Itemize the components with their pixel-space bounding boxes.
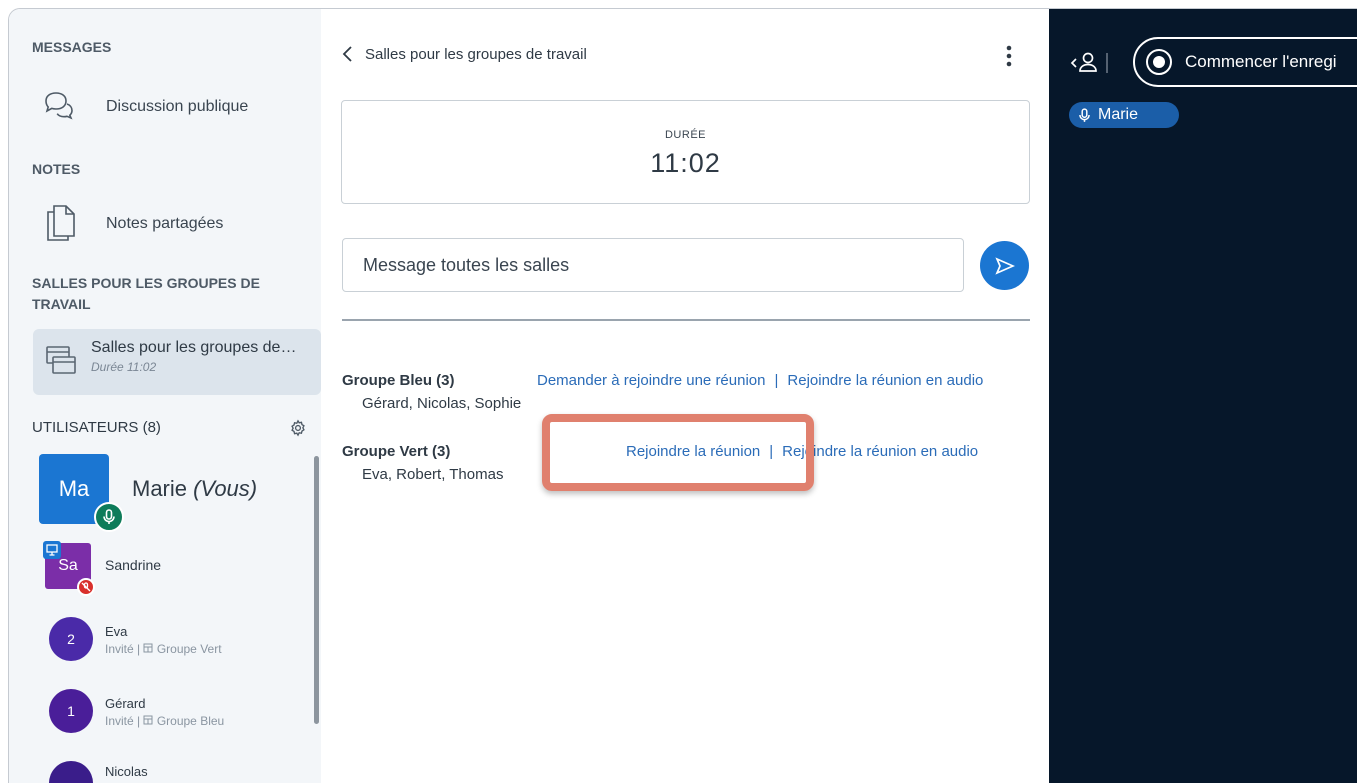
user-name-text: Marie (132, 476, 188, 501)
avatar-initials: Sa (58, 557, 78, 574)
request-join-link[interactable]: Demander à rejoindre une réunion (537, 372, 765, 389)
user-name: Nicolas (105, 764, 148, 779)
breakout-panel: Salles pour les groupes de travail DURÉE… (321, 9, 1049, 783)
join-audio-link[interactable]: Rejoindre la réunion en audio (787, 372, 983, 389)
microphone-badge (94, 502, 124, 532)
more-options-icon[interactable] (1006, 45, 1012, 67)
link-separator: | (769, 443, 774, 460)
presenter-badge (43, 541, 61, 559)
user-item-nicolas[interactable]: Nicolas (39, 753, 309, 783)
group-members: Gérard, Nicolas, Sophie (362, 395, 522, 412)
panel-title: Salles pour les groupes de travail (365, 45, 587, 63)
notes-document-icon (47, 205, 75, 241)
user-role: Invité | (105, 714, 141, 728)
send-button[interactable] (980, 241, 1029, 290)
message-all-rooms-input[interactable] (342, 238, 964, 292)
duration-box: DURÉE 11:02 (341, 100, 1030, 204)
user-name: Eva (105, 624, 128, 639)
shared-notes-label: Notes partagées (106, 215, 224, 232)
group-members: Eva, Robert, Thomas (362, 466, 504, 483)
users-section-title: UTILISATEURS (8) (32, 419, 161, 436)
user-group: Groupe Bleu (156, 714, 225, 728)
user-name: Gérard (105, 696, 146, 711)
chevron-left-icon (342, 46, 352, 62)
avatar-initials: 1 (67, 703, 75, 719)
user-group: Groupe Vert (156, 642, 222, 656)
avatar (49, 761, 93, 783)
avatar: 1 (49, 689, 93, 733)
notes-section-title: NOTES (32, 161, 81, 177)
avatar-initials: Ma (58, 476, 90, 501)
group-name: Groupe Bleu (3) (342, 372, 455, 389)
users-scrollbar[interactable] (314, 456, 319, 724)
microphone-icon (103, 509, 115, 524)
start-recording-button[interactable]: Commencer l'enregi (1133, 37, 1357, 87)
breakout-item-title: Salles pour les groupes de… (91, 339, 297, 356)
chat-bubbles-icon (45, 92, 73, 120)
public-chat-item[interactable]: Discussion publique (40, 87, 248, 127)
user-item-eva[interactable]: 2 Eva Invité | Groupe Vert (39, 609, 309, 665)
user-role: Invité | (105, 642, 141, 656)
user-item-sandrine[interactable]: Sa Sandrine (39, 539, 309, 596)
user-name: Sandrine (105, 557, 162, 573)
join-meeting-link[interactable]: Rejoindre la réunion (626, 443, 760, 460)
duration-label: DURÉE (664, 129, 706, 141)
presenter-screen-icon (46, 544, 58, 556)
user-item-gerard[interactable]: 1 Gérard Invité | Groupe Bleu (39, 681, 309, 737)
app-window: MESSAGES Discussion publique NOTES Notes… (8, 8, 1357, 783)
avatar-initials: 2 (67, 631, 75, 647)
user-item-marie[interactable]: Ma Marie (Vous) (39, 454, 309, 534)
presentation-area: Commencer l'enregi Marie (1049, 9, 1357, 783)
group-actions: Demander à rejoindre une réunion | Rejoi… (537, 372, 983, 389)
public-chat-label: Discussion publique (106, 98, 249, 115)
breakout-rooms-item[interactable]: Salles pour les groupes de… Durée 11:02 (33, 329, 321, 395)
divider (342, 319, 1030, 321)
user-list-toggle-icon[interactable] (1069, 51, 1121, 75)
breakout-room-icon (143, 715, 153, 725)
talking-name: Marie (1098, 106, 1139, 123)
muted-badge (77, 578, 95, 596)
group-actions: Rejoindre la réunion | Rejoindre la réun… (626, 443, 978, 460)
send-icon (994, 256, 1015, 275)
talking-indicator: Marie (1069, 102, 1179, 128)
breakout-rooms-icon (46, 346, 76, 374)
avatar: 2 (49, 617, 93, 661)
group-name: Groupe Vert (3) (342, 443, 451, 460)
user-you-suffix: (Vous) (193, 476, 258, 501)
user-meta: Invité | Groupe Vert (105, 642, 222, 656)
join-audio-link[interactable]: Rejoindre la réunion en audio (782, 443, 978, 460)
messages-section-title: MESSAGES (32, 39, 112, 55)
breakout-section-title-2: TRAVAIL (32, 296, 91, 312)
link-separator: | (774, 372, 779, 389)
breakout-room-icon (143, 643, 153, 653)
user-meta: Invité | Groupe Bleu (105, 714, 224, 728)
microphone-off-icon (81, 582, 91, 592)
start-recording-label: Commencer l'enregi (1185, 52, 1337, 71)
gear-icon[interactable] (289, 419, 307, 437)
breakout-section-title-1: SALLES POUR LES GROUPES DE (32, 275, 260, 291)
sidebar: MESSAGES Discussion publique NOTES Notes… (9, 9, 321, 783)
duration-value: 11:02 (650, 148, 721, 178)
record-icon (1146, 49, 1172, 75)
shared-notes-item[interactable]: Notes partagées (40, 202, 223, 246)
microphone-icon (1079, 107, 1090, 122)
panel-back-header[interactable]: Salles pour les groupes de travail (341, 45, 587, 63)
breakout-item-duration: Durée 11:02 (91, 360, 157, 374)
user-name: Marie (Vous) (132, 476, 257, 502)
